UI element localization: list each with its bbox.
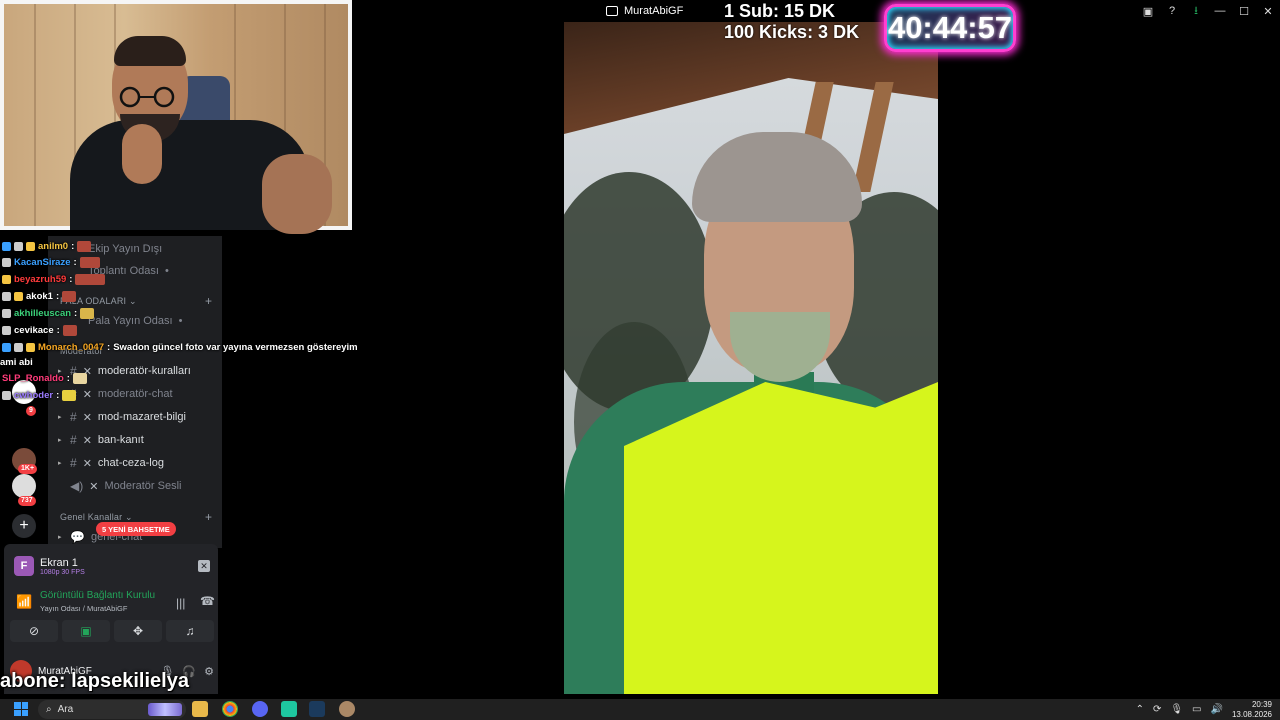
gear-icon[interactable]: ⚙ xyxy=(204,665,214,678)
chrome-icon[interactable] xyxy=(222,701,238,717)
soundboard-button[interactable]: ♫ xyxy=(166,620,214,642)
channel-mod-mazaret[interactable]: ▸ # ✕ mod-mazaret-bilgi xyxy=(58,408,218,426)
mod-icon: ✕ xyxy=(82,457,92,470)
disconnect-icon[interactable]: ☎ xyxy=(200,594,215,608)
connection-channel: Yayın Odası / MuratAbiGF xyxy=(40,604,128,613)
streamer-webcam xyxy=(0,0,352,234)
noise-suppression-icon[interactable]: ||| xyxy=(176,596,185,610)
system-tray: ⌃ ⟳ 🎙 ▭ 🔊 20:39 13.08.2026 xyxy=(1136,699,1272,720)
connection-status[interactable]: Görüntülü Bağlantı Kurulu xyxy=(40,590,156,601)
stop-stream-icon[interactable]: ✕ xyxy=(198,560,210,572)
channel-moderator-sesli[interactable]: ◀) ✕ Moderatör Sesli xyxy=(58,477,218,495)
stream-chat-overlay: anilm0: KacanSiraze: beyazruh59: akok1: … xyxy=(0,238,358,403)
hash-icon: # xyxy=(70,456,77,470)
new-mentions-pill[interactable]: 5 YENİ BAHSETME xyxy=(96,522,176,536)
download-icon[interactable]: ⭳ xyxy=(1184,0,1208,22)
hash-icon: # xyxy=(70,433,77,447)
chat-message: cevikace: xyxy=(2,322,77,338)
signal-icon: 📶 xyxy=(16,594,33,609)
window-controls: ▣ ? ⭳ — ☐ ✕ xyxy=(1136,0,1280,22)
video-call-feed xyxy=(564,22,938,694)
screen-share-row: F Ekran 1 1080p 30 FPS ✕ xyxy=(14,552,210,580)
chat-message: SLP_Ronaldo: xyxy=(2,370,87,386)
camera-off-button[interactable]: ⊘ xyxy=(10,620,58,642)
chat-message: KacanSiraze: xyxy=(2,254,100,270)
close-icon[interactable]: ✕ xyxy=(1256,0,1280,22)
connection-row: 📶 Görüntülü Bağlantı Kurulu Yayın Odası … xyxy=(14,588,215,618)
app-icon[interactable] xyxy=(281,701,297,717)
sub-counter: 1 Sub: 15 DK xyxy=(724,1,836,21)
chat-message: akhilleuscan: xyxy=(2,305,95,321)
window-title-text: MuratAbiGF xyxy=(624,5,684,17)
speaker-icon: ◀) xyxy=(70,479,84,493)
discord-icon[interactable] xyxy=(252,701,268,717)
taskbar: ⌕ Ara ⌃ ⟳ 🎙 ▭ 🔊 20:39 13.08.2026 xyxy=(0,699,1280,720)
chat-message: ami abi xyxy=(0,356,33,368)
channel-chat-ceza-log[interactable]: ▸ # ✕ chat-ceza-log xyxy=(58,454,218,472)
window-title: MuratAbiGF xyxy=(606,4,683,18)
help-icon[interactable]: ? xyxy=(1160,0,1184,22)
panel-icon[interactable]: ▣ xyxy=(1136,0,1160,22)
chat-message: akok1: xyxy=(2,288,77,304)
display-icon[interactable]: ▭ xyxy=(1192,704,1201,715)
steam-icon[interactable] xyxy=(309,701,325,717)
stream-timer: 40:44:57 xyxy=(884,4,1016,52)
screen-avatar-icon: F xyxy=(14,556,34,576)
minimize-icon[interactable]: — xyxy=(1208,0,1232,22)
kick-counter: 100 Kicks: 3 DK xyxy=(724,22,860,42)
microphone-icon[interactable]: 🎙 xyxy=(1170,704,1183,715)
server-badge: 1K+ xyxy=(18,464,38,474)
activities-button[interactable]: ✥ xyxy=(114,620,162,642)
maximize-icon[interactable]: ☐ xyxy=(1232,0,1256,22)
mod-icon: ✕ xyxy=(82,411,92,424)
screen-share-button[interactable]: ▣ xyxy=(62,620,110,642)
server-badge: 737 xyxy=(18,496,36,506)
chat-message: Monarch_0047 : Swadon güncel foto var yay… xyxy=(2,339,358,355)
sync-icon[interactable]: ⟳ xyxy=(1153,704,1161,715)
chat-message: anilm0: xyxy=(2,238,92,254)
chat-message: beyazruh59: xyxy=(2,271,106,287)
stream-counters: 1 Sub: 15 DK 100 Kicks: 3 DK xyxy=(724,1,859,43)
mod-icon: ✕ xyxy=(89,480,99,493)
screen-quality: 1080p 30 FPS xyxy=(40,568,85,576)
add-server-icon[interactable]: + xyxy=(12,514,36,538)
chevron-up-icon[interactable]: ⌃ xyxy=(1136,704,1144,715)
clock[interactable]: 20:39 13.08.2026 xyxy=(1232,700,1272,720)
screen-share-icon xyxy=(606,6,618,16)
server-badge: 9 xyxy=(26,406,36,416)
app-icon[interactable] xyxy=(339,701,355,717)
taskbar-search[interactable]: ⌕ Ara xyxy=(38,700,186,719)
voice-actions: ⊘ ▣ ✥ ♫ xyxy=(10,620,214,644)
volume-icon[interactable]: 🔊 xyxy=(1211,704,1223,715)
search-icon: ⌕ xyxy=(46,704,52,715)
channel-ban-kanit[interactable]: ▸ # ✕ ban-kanıt xyxy=(58,431,218,449)
search-highlight-image xyxy=(148,703,182,716)
subscribe-overlay: abone: lapsekilielya xyxy=(0,670,189,692)
mod-icon: ✕ xyxy=(82,434,92,447)
windows-start-icon[interactable] xyxy=(14,702,28,716)
chat-bubble-icon: 💬 xyxy=(70,530,85,544)
server-icon[interactable] xyxy=(12,474,36,498)
file-explorer-icon[interactable] xyxy=(192,701,208,717)
chat-message: cwhoder: xyxy=(2,387,77,403)
screen-title: Ekran 1 xyxy=(40,556,78,569)
hash-icon: # xyxy=(70,410,77,424)
add-channel-icon[interactable]: + xyxy=(205,510,212,524)
